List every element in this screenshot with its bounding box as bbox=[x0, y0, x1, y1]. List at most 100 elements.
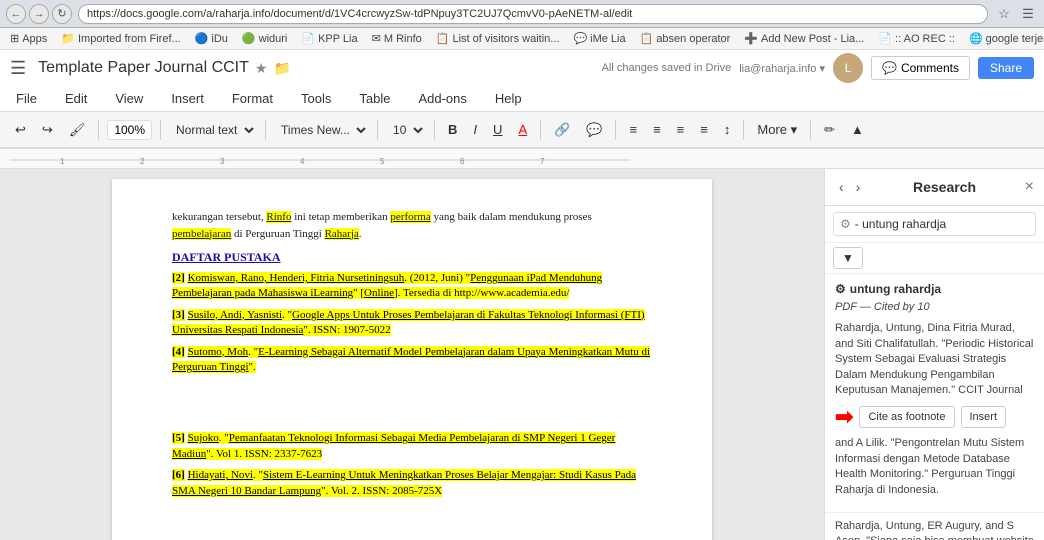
result-main-text: Rahardja, Untung, Dina Fitria Murad, and… bbox=[835, 321, 1034, 398]
result-source-text: PDF — Cited by 10 bbox=[835, 301, 930, 313]
align-right-button[interactable]: ≡ bbox=[672, 119, 690, 140]
redo-button[interactable]: ↪ bbox=[37, 119, 58, 141]
svg-text:5: 5 bbox=[380, 157, 385, 166]
gdoc-header: ☰ Template Paper Journal CCIT ★ 📁 All ch… bbox=[0, 50, 1044, 149]
menu-edit[interactable]: Edit bbox=[59, 89, 93, 108]
intro-raharja: Raharja bbox=[325, 228, 359, 240]
research-header: ‹ › Research × bbox=[825, 169, 1044, 206]
result-gear-icon: ⚙ bbox=[835, 282, 846, 296]
font-color-button[interactable]: A bbox=[513, 119, 532, 140]
svg-text:7: 7 bbox=[540, 157, 545, 166]
address-bar[interactable]: https://docs.google.com/a/raharja.info/d… bbox=[78, 4, 988, 24]
more-button[interactable]: More ▾ bbox=[752, 119, 802, 141]
menu-view[interactable]: View bbox=[109, 89, 149, 108]
ref-4-sutomo: Sutomo, Moh bbox=[188, 346, 249, 358]
font-select[interactable]: Times New... bbox=[274, 120, 369, 140]
star-button[interactable]: ☆ bbox=[994, 4, 1014, 24]
underline-button[interactable]: U bbox=[488, 119, 507, 140]
cite-as-footnote-button[interactable]: Cite as footnote bbox=[859, 406, 954, 428]
menu-tools[interactable]: Tools bbox=[295, 89, 337, 108]
align-left-button[interactable]: ≡ bbox=[624, 119, 642, 140]
bookmark-ime[interactable]: 💬 iMe Lia bbox=[569, 30, 629, 47]
bookmark-widuri[interactable]: 🟢 widuri bbox=[238, 30, 291, 47]
ref-5-text: Sujoko. "Pemanfaatan Teknologi Informasi… bbox=[172, 432, 615, 459]
undo-button[interactable]: ↩ bbox=[10, 119, 31, 141]
size-select[interactable]: 10 bbox=[386, 120, 426, 140]
ref-item-5: [5] Sujoko. "Pemanfaatan Teknologi Infor… bbox=[172, 431, 652, 462]
intro-text-plain: kekurangan tersebut, bbox=[172, 211, 266, 223]
user-avatar[interactable]: L bbox=[833, 53, 863, 83]
bookmark-kpp[interactable]: 📄 KPP Lia bbox=[297, 30, 361, 47]
result-author: ⚙ untung rahardja bbox=[835, 282, 1034, 296]
bookmark-imported[interactable]: 📁 Imported from Firef... bbox=[57, 30, 184, 47]
menu-button[interactable]: ☰ bbox=[1018, 4, 1038, 24]
research-main-result: ⚙ untung rahardja PDF — Cited by 10 Raha… bbox=[825, 274, 1044, 513]
refresh-button[interactable]: ↻ bbox=[52, 4, 72, 24]
main-area: kekurangan tersebut, Rinfo ini tetap mem… bbox=[0, 169, 1044, 540]
line-spacing-button[interactable]: ↕ bbox=[719, 119, 736, 140]
research-forward-button[interactable]: › bbox=[852, 177, 865, 197]
bookmark-idu[interactable]: 🔵 iDu bbox=[191, 30, 232, 47]
bold-button[interactable]: B bbox=[443, 119, 462, 140]
research-dropdown-button[interactable]: ▼ bbox=[833, 247, 863, 269]
link-button[interactable]: 🔗 bbox=[549, 119, 575, 141]
result-item-css: Rahardja, Untung, ER Augury, and S Asep.… bbox=[825, 513, 1044, 540]
ref-item-6: [6] Hidayati, Novi. "Sistem E-Learning U… bbox=[172, 468, 652, 499]
cite-insert-row: ➡ Cite as footnote Insert bbox=[835, 404, 1034, 430]
menu-table[interactable]: Table bbox=[353, 89, 396, 108]
menu-addons[interactable]: Add-ons bbox=[412, 89, 472, 108]
bookmark-apps[interactable]: ⊞ Apps bbox=[6, 30, 51, 47]
toolbar-separator-1 bbox=[98, 120, 99, 140]
bookmark-rinfo[interactable]: ✉ M Rinfo bbox=[368, 30, 426, 47]
paint-button[interactable]: 🖌 bbox=[64, 119, 91, 141]
gdoc-top-bar: ☰ Template Paper Journal CCIT ★ 📁 All ch… bbox=[0, 50, 1044, 86]
search-gear-icon[interactable]: ⚙ bbox=[840, 217, 851, 231]
ref-5-num: [5] bbox=[172, 432, 185, 444]
forward-button[interactable]: → bbox=[29, 4, 49, 24]
ruler-svg: 1 2 3 4 5 6 7 bbox=[10, 150, 630, 168]
ref-6-hidayati: Hidayati, Novi bbox=[188, 469, 253, 481]
menu-format[interactable]: Format bbox=[226, 89, 279, 108]
italic-button[interactable]: I bbox=[468, 119, 482, 140]
comments-button[interactable]: 💬 Comments bbox=[871, 56, 970, 80]
title-star-icon[interactable]: ★ bbox=[255, 60, 268, 77]
research-close-button[interactable]: × bbox=[1025, 178, 1034, 196]
research-search-input[interactable]: ⚙ - untung rahardja bbox=[833, 212, 1036, 236]
svg-text:3: 3 bbox=[220, 157, 225, 166]
insert-button[interactable]: Insert bbox=[961, 406, 1007, 428]
align-center-button[interactable]: ≡ bbox=[648, 119, 666, 140]
ref-2-komiswan: Komiswan, Rano, Henderi, Fitria Nursetin… bbox=[188, 272, 405, 284]
ref-5-sujoko: Sujoko bbox=[188, 432, 219, 444]
bookmark-addpost[interactable]: ➕ Add New Post - Lia... bbox=[740, 30, 868, 47]
ref-5-title: Pemanfaatan Teknologi Informasi Sebagai … bbox=[172, 432, 615, 459]
comment-button[interactable]: 💬 bbox=[581, 119, 607, 141]
menu-insert[interactable]: Insert bbox=[165, 89, 210, 108]
zoom-select[interactable]: 100% bbox=[107, 120, 152, 140]
research-nav: ‹ › bbox=[835, 177, 864, 197]
align-justify-button[interactable]: ≡ bbox=[695, 119, 713, 140]
bookmark-absen[interactable]: 📋 absen operator bbox=[636, 30, 735, 47]
title-folder-icon[interactable]: 📁 bbox=[273, 60, 290, 77]
bookmark-translate[interactable]: 🌐 google terjemahan bbox=[965, 30, 1044, 47]
research-back-button[interactable]: ‹ bbox=[835, 177, 848, 197]
document-title[interactable]: Template Paper Journal CCIT bbox=[38, 59, 249, 77]
gdoc-hamburger-icon[interactable]: ☰ bbox=[10, 58, 26, 79]
bookmark-ao[interactable]: 📄 :: AO REC :: bbox=[874, 30, 959, 47]
user-email[interactable]: lia@raharja.info ▾ bbox=[739, 62, 825, 75]
toolbar-separator-3 bbox=[265, 120, 266, 140]
ref-6-text: Hidayati, Novi. "Sistem E-Learning Untuk… bbox=[172, 469, 636, 496]
caret-up-button[interactable]: ▲ bbox=[846, 119, 869, 140]
document-area[interactable]: kekurangan tersebut, Rinfo ini tetap mem… bbox=[0, 169, 824, 540]
style-select[interactable]: Normal text bbox=[169, 120, 257, 140]
ref-2-text: Komiswan, Rano, Henderi, Fitria Nursetin… bbox=[172, 272, 602, 299]
back-button[interactable]: ← bbox=[6, 4, 26, 24]
menu-file[interactable]: File bbox=[10, 89, 43, 108]
ref-2-num: [2] bbox=[172, 272, 185, 284]
pen-button[interactable]: ✏ bbox=[819, 119, 840, 141]
menu-help[interactable]: Help bbox=[489, 89, 528, 108]
research-dropdown-row: ▼ bbox=[825, 243, 1044, 274]
ruler: 1 2 3 4 5 6 7 bbox=[0, 149, 1044, 169]
share-button[interactable]: Share bbox=[978, 57, 1034, 79]
bookmarks-bar: ⊞ Apps 📁 Imported from Firef... 🔵 iDu 🟢 … bbox=[0, 28, 1044, 50]
bookmark-visitors[interactable]: 📋 List of visitors waitin... bbox=[432, 30, 564, 47]
